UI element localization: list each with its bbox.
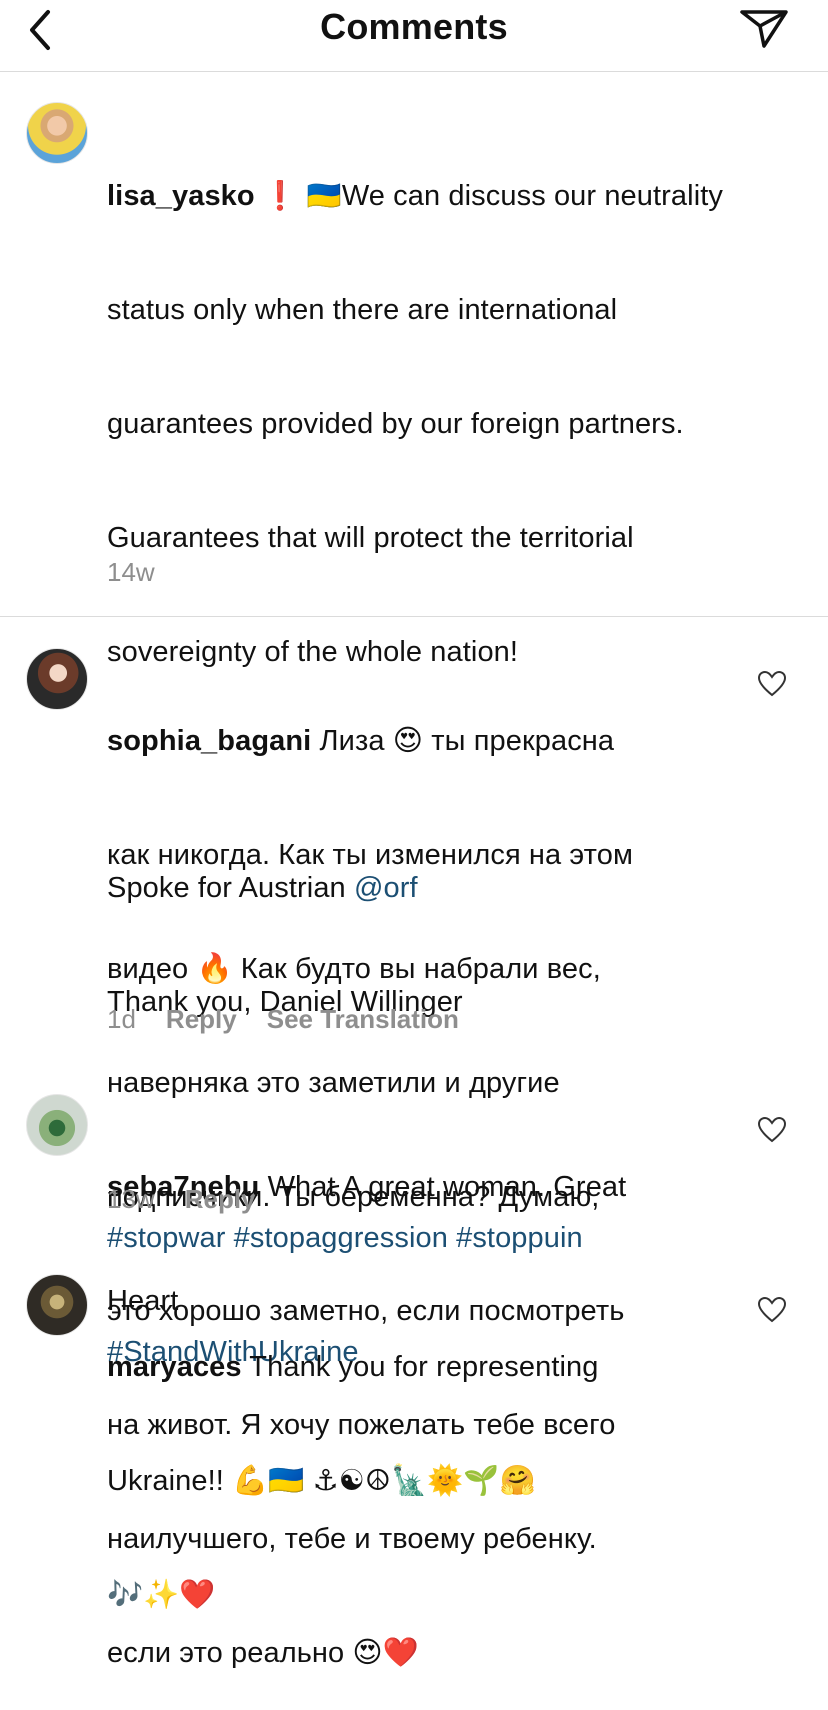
heart-icon[interactable] (757, 670, 787, 698)
avatar[interactable] (26, 1094, 88, 1156)
avatar[interactable] (26, 102, 88, 164)
heart-icon[interactable] (757, 1116, 787, 1144)
username[interactable]: lisa_yasko (107, 180, 255, 212)
caption-text-line: We can discuss our neutrality (341, 180, 723, 212)
comment-text-line: видео 🔥 Как будто вы набрали вес, (107, 953, 601, 985)
avatar[interactable] (26, 1274, 88, 1336)
comment-text-line: What A great woman. Great (267, 1171, 627, 1203)
page-title: Comments (320, 6, 508, 47)
comment-text: maryaces Thank you for representing Ukra… (107, 1272, 598, 1652)
reply-button[interactable]: Reply (185, 1184, 256, 1214)
flag-emoji: ❗ 🇺🇦 (262, 179, 342, 212)
username[interactable]: maryaces (107, 1351, 242, 1383)
username[interactable]: sophia_bagani (107, 725, 311, 757)
comment-text-line: 🎶✨❤️ (107, 1579, 216, 1611)
comment-meta: 1d Reply See Translation (107, 1004, 489, 1035)
caption-line: lisa_yasko ❗ 🇺🇦We can discuss our neutra… (107, 177, 723, 215)
comment-line: sophia_bagani Лиза 😍 ты прекрасна (107, 722, 633, 760)
comment-text-line: как никогда. Как ты изменился на этом (107, 839, 633, 871)
comment-text-line: Ukraine!! 💪🇺🇦 ⚓☯☮🗽🌞🌱🤗 (107, 1465, 536, 1497)
see-translation-button[interactable]: See Translation (267, 1004, 459, 1034)
caption-text-line: Guarantees that will protect the territo… (107, 522, 634, 554)
avatar[interactable] (26, 648, 88, 710)
heart-icon[interactable] (757, 1296, 787, 1324)
comment-timestamp: 1d (107, 1004, 136, 1034)
header-bar: Comments (0, 0, 828, 72)
comment-meta: 13w Reply (107, 1184, 286, 1215)
comment-line: maryaces Thank you for representing (107, 1348, 598, 1386)
reply-button[interactable]: Reply (166, 1004, 237, 1034)
caption-timestamp: 14w (107, 557, 155, 587)
caption-text-line: status only when there are international (107, 294, 618, 326)
divider (0, 616, 828, 617)
comment-text-line: Thank you for representing (249, 1351, 599, 1383)
comment-text-line: Лиза 😍 ты прекрасна (319, 725, 615, 757)
paper-plane-icon[interactable] (738, 4, 790, 50)
caption-text-line: guarantees provided by our foreign partn… (107, 408, 684, 440)
comment-timestamp: 13w (107, 1184, 155, 1214)
